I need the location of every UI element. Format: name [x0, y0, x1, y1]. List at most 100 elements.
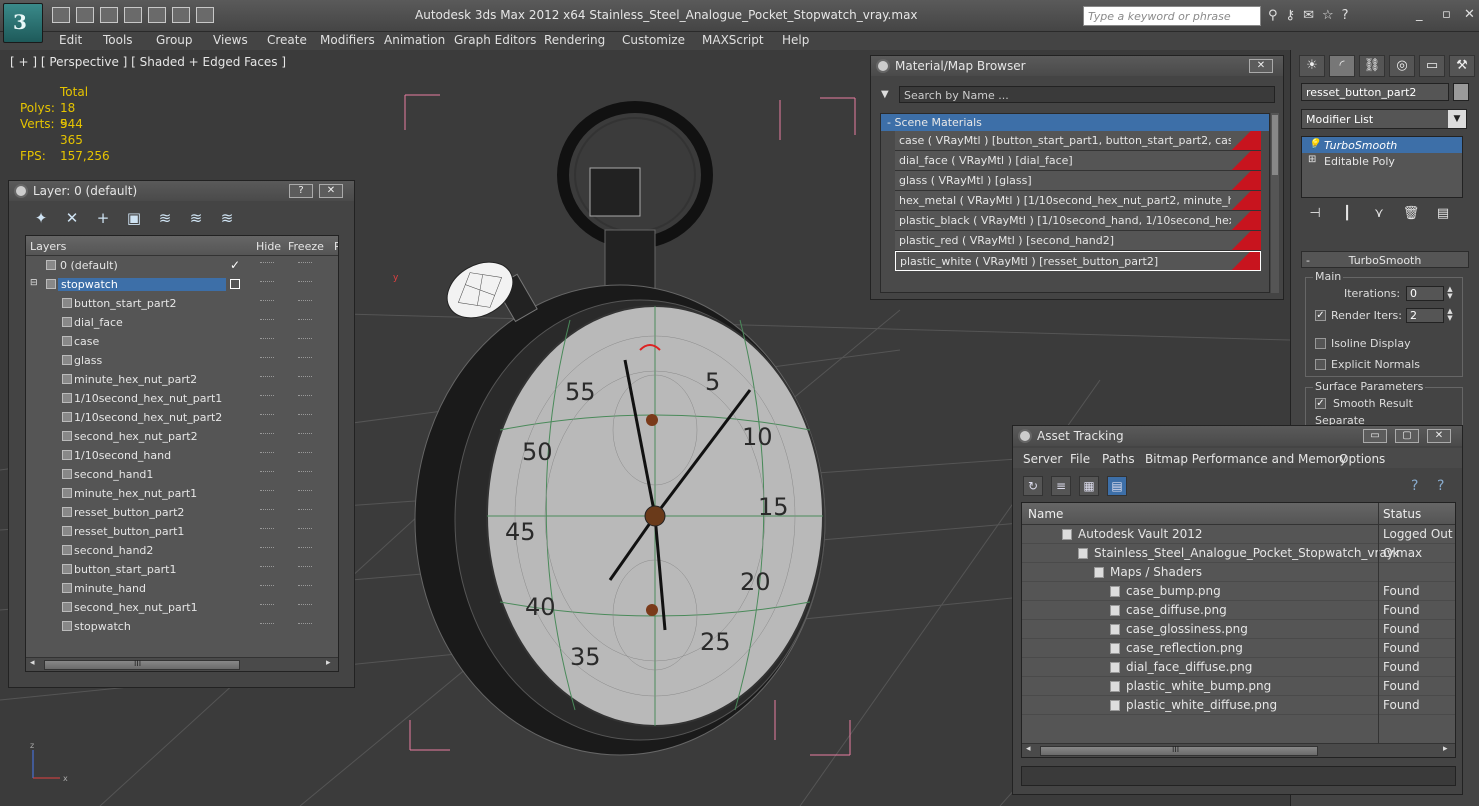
remove-modifier-icon[interactable]: 🗑	[1401, 206, 1421, 226]
col-render[interactable]: R	[334, 240, 338, 253]
col-name[interactable]: Name	[1028, 507, 1063, 521]
communication-icon[interactable]: ✉	[1303, 8, 1314, 23]
asset-row[interactable]: Stainless_Steel_Analogue_Pocket_Stopwatc…	[1022, 544, 1455, 563]
freeze-toggle[interactable]	[298, 490, 312, 494]
material-row[interactable]: glass ( VRayMtl ) [glass]	[895, 171, 1261, 191]
menu-animation[interactable]: Animation	[384, 33, 445, 47]
material-row[interactable]: plastic_white ( VRayMtl ) [resset_button…	[895, 251, 1261, 271]
hide-toggle[interactable]	[260, 490, 274, 494]
modify-tab-icon[interactable]: ◜	[1329, 55, 1355, 77]
key-icon[interactable]: ⚷	[1286, 8, 1296, 23]
new-file-icon[interactable]	[52, 7, 70, 23]
freeze-toggle[interactable]	[298, 300, 312, 304]
close-window-button[interactable]: ✕	[1464, 7, 1475, 22]
hide-toggle[interactable]	[260, 585, 274, 589]
freeze-toggle[interactable]	[298, 623, 312, 627]
material-row[interactable]: plastic_black ( VRayMtl ) [1/10second_ha…	[895, 211, 1261, 231]
layer-object-row[interactable]: 1/10second_hand	[26, 446, 338, 465]
show-end-result-icon[interactable]: ┃	[1337, 206, 1357, 226]
asset-row[interactable]: case_reflection.png Found	[1022, 639, 1455, 658]
turbosmooth-rollout-header[interactable]: - TurboSmooth	[1301, 251, 1469, 268]
hide-toggle[interactable]	[260, 528, 274, 532]
layer-object-row[interactable]: second_hand1	[26, 465, 338, 484]
layer-object-row[interactable]: minute_hex_nut_part2	[26, 370, 338, 389]
menu-edit[interactable]: Edit	[59, 33, 82, 47]
freeze-toggle[interactable]	[298, 604, 312, 608]
make-unique-icon[interactable]: ⋎	[1369, 206, 1389, 226]
stack-item-turbosmooth[interactable]: 💡 TurboSmooth	[1302, 137, 1462, 153]
freeze-toggle[interactable]	[298, 281, 312, 285]
freeze-toggle[interactable]	[298, 509, 312, 513]
spinner-arrows-icon[interactable]: ▲ ▼	[1445, 308, 1455, 323]
iterations-spinner[interactable]: 0	[1406, 286, 1444, 301]
browser-options-dropdown-icon[interactable]: ▼	[881, 89, 889, 100]
layer-panel-close-button[interactable]: ✕	[319, 184, 343, 198]
asset-row[interactable]: plastic_white_diffuse.png Found	[1022, 696, 1455, 715]
project-folder-icon[interactable]	[172, 7, 190, 23]
asset-row[interactable]: dial_face_diffuse.png Found	[1022, 658, 1455, 677]
freeze-toggle[interactable]	[298, 338, 312, 342]
asset-close-button[interactable]: ✕	[1427, 429, 1451, 443]
material-list-scroll-thumb[interactable]	[1272, 115, 1278, 175]
hide-toggle[interactable]	[260, 623, 274, 627]
layer-panel-title-bar[interactable]: Layer: 0 (default) ? ✕	[9, 181, 354, 201]
set-current-layer-box[interactable]	[230, 279, 240, 289]
keyword-search-input[interactable]: Type a keyword or phrase	[1083, 6, 1261, 26]
col-status[interactable]: Status	[1383, 507, 1421, 521]
asset-menu-server[interactable]: Server	[1023, 452, 1062, 466]
scene-materials-category[interactable]: - Scene Materials	[881, 114, 1269, 131]
asset-context-help-icon[interactable]: ?	[1437, 478, 1444, 494]
asset-row[interactable]: Maps / Shaders	[1022, 563, 1455, 582]
motion-tab-icon[interactable]: ◎	[1389, 55, 1415, 77]
layer-row-default[interactable]: 0 (default) ✓	[26, 256, 338, 275]
material-search-input[interactable]: Search by Name ...	[899, 86, 1275, 103]
freeze-toggle[interactable]	[298, 433, 312, 437]
freeze-toggle[interactable]	[298, 585, 312, 589]
freeze-toggle[interactable]	[298, 414, 312, 418]
col-layers[interactable]: Layers	[30, 240, 66, 253]
undo-icon[interactable]	[124, 7, 142, 23]
menu-views[interactable]: Views	[213, 33, 248, 47]
lightbulb-icon[interactable]: 💡	[1308, 139, 1320, 150]
highlight-layer-icon[interactable]: ≋	[155, 209, 175, 229]
hide-toggle[interactable]	[260, 509, 274, 513]
binoculars-icon[interactable]: ⚲	[1268, 8, 1278, 23]
layer-object-row[interactable]: minute_hex_nut_part1	[26, 484, 338, 503]
display-tab-icon[interactable]: ▭	[1419, 55, 1445, 77]
menu-tools[interactable]: Tools	[103, 33, 133, 47]
freeze-toggle[interactable]	[298, 547, 312, 551]
menu-group[interactable]: Group	[156, 33, 193, 47]
hide-all-layers-icon[interactable]: ≋	[186, 209, 206, 229]
asset-row[interactable]: plastic_white_bump.png Found	[1022, 677, 1455, 696]
asset-menu-bitmap[interactable]: Bitmap Performance and Memory	[1145, 452, 1347, 466]
layer-object-row[interactable]: second_hand2	[26, 541, 338, 560]
menu-modifiers[interactable]: Modifiers	[320, 33, 375, 47]
layer-object-row[interactable]: second_hex_nut_part1	[26, 598, 338, 617]
hide-toggle[interactable]	[260, 262, 274, 266]
app-menu-button[interactable]: 3	[3, 3, 43, 43]
scroll-right-icon[interactable]: ▸	[326, 658, 331, 668]
hide-toggle[interactable]	[260, 357, 274, 361]
asset-tracking-title-bar[interactable]: Asset Tracking ▭ ▢ ✕	[1013, 426, 1462, 446]
hide-toggle[interactable]	[260, 433, 274, 437]
material-row[interactable]: plastic_red ( VRayMtl ) [second_hand2]	[895, 231, 1261, 251]
rollout-collapse-icon[interactable]: -	[1306, 254, 1310, 267]
asset-status-field[interactable]	[1021, 766, 1456, 786]
add-to-layer-icon[interactable]: +	[93, 209, 113, 229]
scroll-left-icon[interactable]: ◂	[1026, 744, 1031, 754]
favorites-star-icon[interactable]: ☆	[1322, 8, 1334, 23]
layer-object-row[interactable]: stopwatch	[26, 617, 338, 636]
material-browser-title-bar[interactable]: Material/Map Browser ✕	[871, 56, 1283, 76]
freeze-toggle[interactable]	[298, 566, 312, 570]
menu-help[interactable]: Help	[782, 33, 809, 47]
asset-menu-file[interactable]: File	[1070, 452, 1090, 466]
menu-maxscript[interactable]: MAXScript	[702, 33, 764, 47]
modifier-list-dropdown[interactable]: Modifier List ▼	[1301, 109, 1467, 129]
freeze-toggle[interactable]	[298, 319, 312, 323]
material-row[interactable]: hex_metal ( VRayMtl ) [1/10second_hex_nu…	[895, 191, 1261, 211]
asset-row[interactable]: Autodesk Vault 2012 Logged Out ...	[1022, 525, 1455, 555]
explicit-normals-checkbox[interactable]	[1315, 359, 1326, 370]
layer-object-row[interactable]: dial_face	[26, 313, 338, 332]
pin-stack-icon[interactable]: ⊣	[1305, 206, 1325, 226]
hide-toggle[interactable]	[260, 395, 274, 399]
